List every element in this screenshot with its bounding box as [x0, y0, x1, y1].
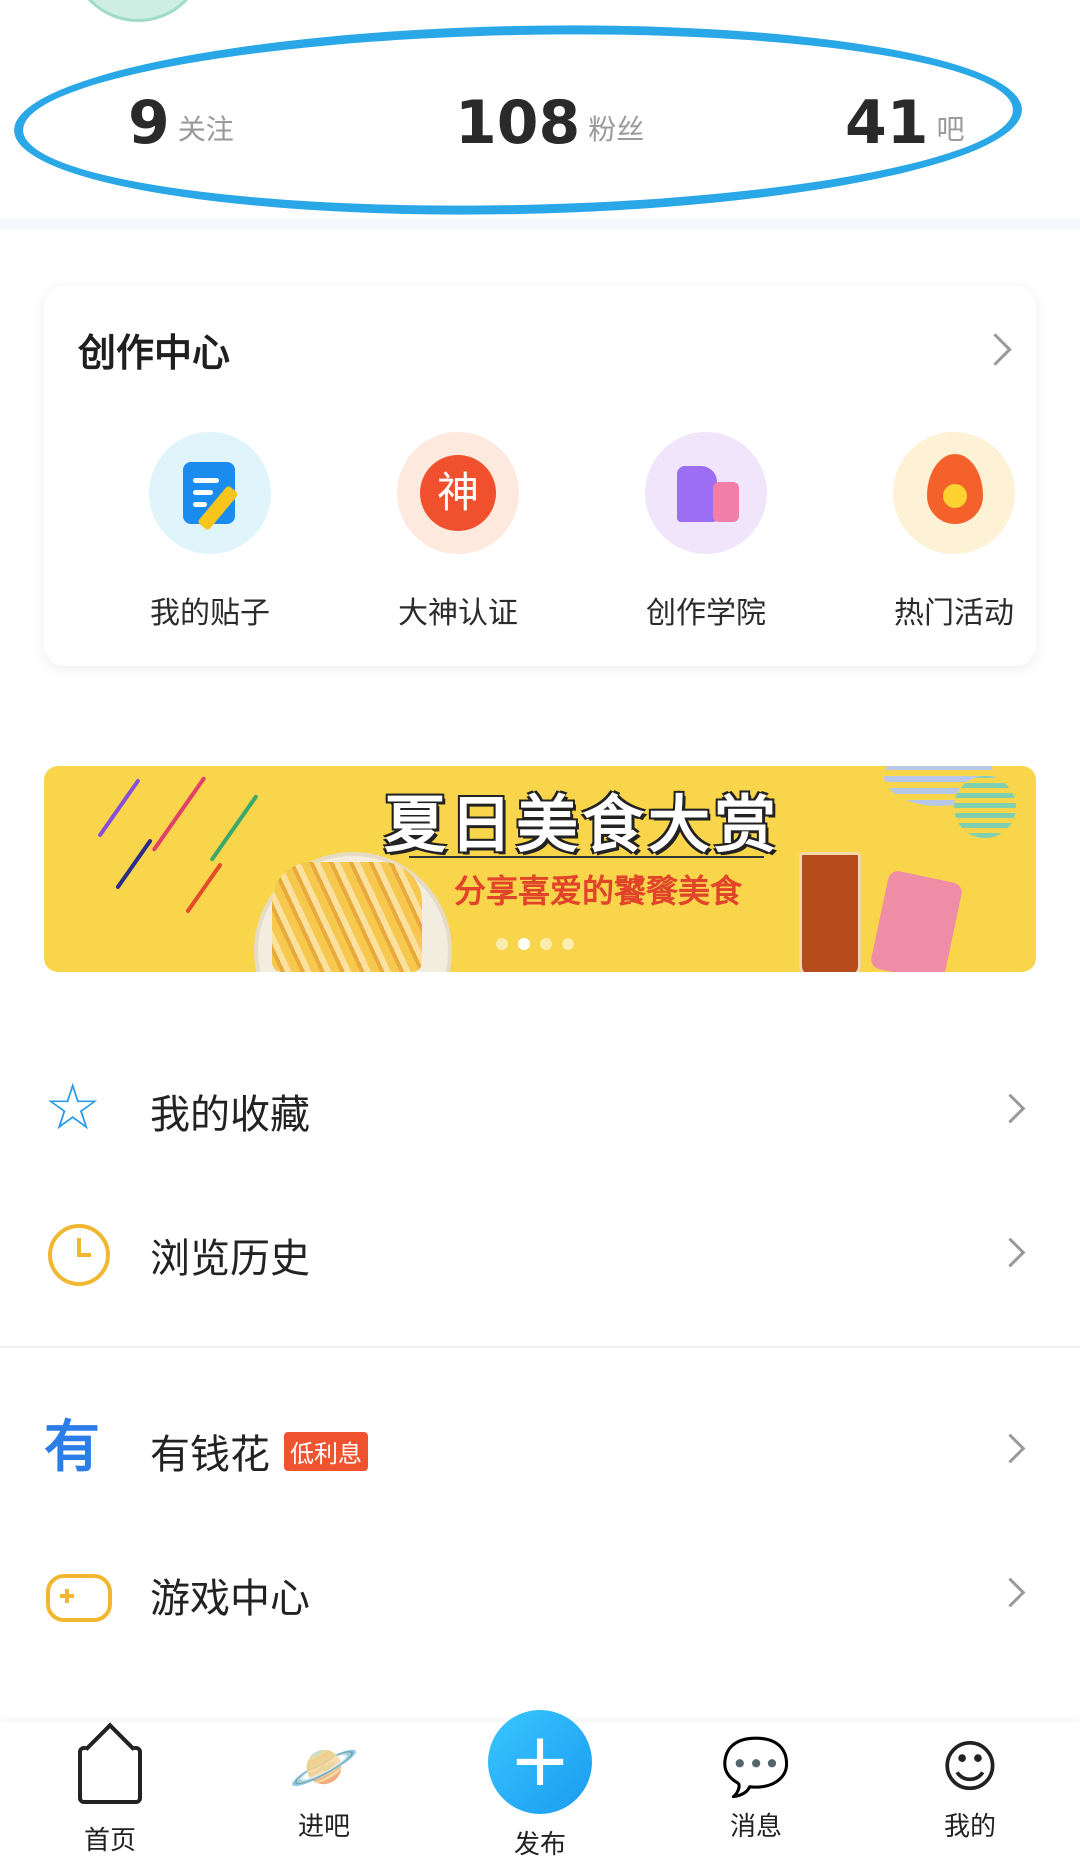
drink-image	[869, 869, 964, 972]
banner-title: 夏日美食大赏	[384, 788, 781, 861]
annotation-ellipse	[12, 15, 1024, 225]
low-interest-badge: 低利息	[284, 1432, 368, 1471]
star-icon: ☆	[44, 1071, 102, 1145]
home-icon	[40, 1746, 180, 1818]
nav-home[interactable]: 首页	[40, 1732, 180, 1857]
shen-badge-icon: 神	[397, 432, 519, 554]
tool-shen-certification[interactable]: 神 大神认证	[348, 432, 568, 632]
menu-item-favorites[interactable]: ☆ 我的收藏	[0, 1048, 1080, 1168]
tool-label: 大神认证	[398, 596, 518, 631]
chat-bubble-icon: 💬	[721, 1735, 791, 1800]
nav-bars[interactable]: 🪐 进吧	[254, 1732, 394, 1843]
menu-label: 有钱花	[150, 1432, 270, 1478]
money-icon: 有	[44, 1415, 100, 1480]
chevron-right-icon	[995, 1433, 1026, 1464]
divider	[0, 1346, 1080, 1348]
creation-center-title: 创作中心	[78, 331, 231, 375]
chevron-right-icon[interactable]	[979, 333, 1012, 366]
profile-face-icon: ☺	[940, 1735, 1000, 1800]
publish-button[interactable]: +	[488, 1710, 592, 1814]
gamepad-icon	[44, 1560, 112, 1624]
nav-messages[interactable]: 💬 消息	[686, 1732, 826, 1843]
divider	[0, 218, 1080, 230]
planet-icon: 🪐	[289, 1735, 359, 1800]
post-icon	[149, 432, 271, 554]
tool-label: 我的贴子	[150, 596, 270, 631]
tool-label: 创作学院	[646, 596, 766, 631]
avatar[interactable]	[70, 0, 206, 22]
menu-label: 游戏中心	[150, 1576, 310, 1622]
drink-image	[799, 852, 861, 972]
nav-label: 消息	[729, 1812, 782, 1842]
menu-item-history[interactable]: 浏览历史	[0, 1192, 1080, 1312]
nav-label: 首页	[83, 1826, 136, 1856]
academy-icon	[645, 432, 767, 554]
chevron-right-icon	[995, 1093, 1026, 1124]
chevron-right-icon	[995, 1237, 1026, 1268]
nav-label: 我的	[943, 1812, 996, 1842]
menu-label: 我的收藏	[150, 1092, 310, 1138]
carousel-indicator	[496, 938, 574, 950]
menu-item-youqianhua[interactable]: 有 有钱花 低利息	[0, 1388, 1080, 1508]
clock-icon	[44, 1220, 110, 1286]
publish-label: 发布	[513, 1830, 566, 1860]
nav-label: 进吧	[297, 1812, 350, 1842]
banner-subtitle: 分享喜爱的饕餮美食	[454, 872, 743, 910]
nav-mine[interactable]: ☺ 我的	[900, 1732, 1040, 1843]
tool-academy[interactable]: 创作学院	[596, 432, 816, 632]
menu-label: 浏览历史	[150, 1236, 310, 1282]
chevron-right-icon	[995, 1577, 1026, 1608]
menu-label-wrap: 有钱花 低利息	[150, 1422, 368, 1480]
tool-label: 热门活动	[894, 596, 1014, 631]
flame-icon	[893, 432, 1015, 554]
menu-item-game-center[interactable]: 游戏中心	[0, 1532, 1080, 1652]
creation-center-card: 创作中心 我的贴子 神 大神认证 创作学院 热门活动	[44, 286, 1036, 666]
promo-banner[interactable]: 夏日美食大赏 分享喜爱的饕餮美食	[44, 766, 1036, 972]
tool-my-posts[interactable]: 我的贴子	[100, 432, 320, 632]
tool-hot-events[interactable]: 热门活动	[844, 432, 1064, 632]
